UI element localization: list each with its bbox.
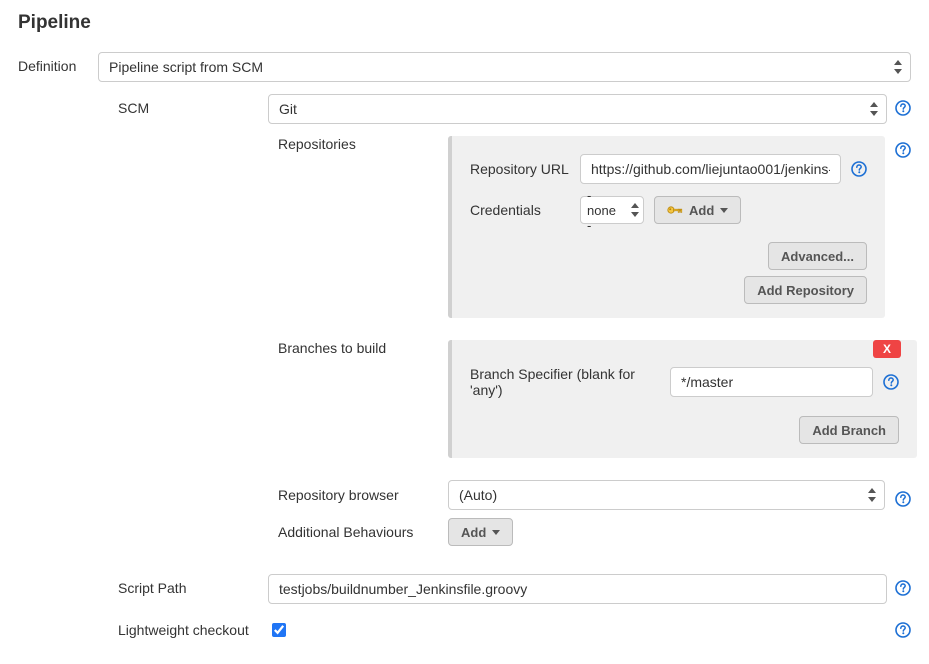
branch-specifier-label: Branch Specifier (blank for 'any') [470,366,660,398]
branch-specifier-row: Branch Specifier (blank for 'any') [470,366,899,398]
add-branch-button[interactable]: Add Branch [799,416,899,444]
additional-behaviours-add-button[interactable]: Add [448,518,513,546]
key-icon [667,203,683,217]
repo-url-row: Repository URL [470,154,867,184]
repo-browser-value: (Auto) [459,487,497,503]
repositories-panel: Repository URL Credentials - none - Add … [448,136,885,318]
branches-label: Branches to build [278,340,438,356]
chevron-updown-icon [630,203,639,217]
scm-label: SCM [118,94,268,116]
definition-row: Definition Pipeline script from SCM [18,52,911,82]
scm-select[interactable]: Git [268,94,887,124]
help-icon[interactable] [895,622,911,638]
chevron-updown-icon [867,488,876,502]
credentials-add-label: Add [689,203,714,218]
caret-down-icon [492,530,500,535]
repositories-block: Repositories Repository URL Credentials … [278,136,911,332]
repo-browser-row: Repository browser (Auto) [278,480,911,510]
caret-down-icon [720,208,728,213]
branch-panel: X Branch Specifier (blank for 'any') Add… [448,340,917,458]
script-path-row: Script Path [118,574,911,604]
branches-block: Branches to build X Branch Specifier (bl… [278,340,911,472]
additional-behaviours-add-label: Add [461,525,486,540]
repositories-label: Repositories [278,136,438,152]
delete-branch-button[interactable]: X [873,340,901,358]
additional-behaviours-label: Additional Behaviours [278,524,438,540]
scm-row: SCM Git [118,94,911,124]
repo-url-input[interactable] [580,154,841,184]
branch-specifier-input[interactable] [670,367,873,397]
repo-browser-label: Repository browser [278,487,438,503]
credentials-add-button[interactable]: Add [654,196,741,224]
help-icon[interactable] [883,374,899,390]
credentials-select[interactable]: - none - [580,196,644,224]
credentials-value: - none - [587,188,623,233]
definition-label: Definition [18,52,98,74]
add-repository-button[interactable]: Add Repository [744,276,867,304]
lightweight-checkout-label: Lightweight checkout [118,616,268,638]
script-path-label: Script Path [118,574,268,596]
chevron-updown-icon [869,102,878,116]
help-icon[interactable] [895,100,911,116]
lightweight-checkout-checkbox[interactable] [272,623,286,637]
credentials-row: Credentials - none - Add [470,196,867,224]
lightweight-checkout-row: Lightweight checkout [118,616,911,640]
repo-url-label: Repository URL [470,161,570,177]
credentials-label: Credentials [470,202,570,218]
repo-browser-select[interactable]: (Auto) [448,480,885,510]
script-path-input[interactable] [268,574,887,604]
additional-behaviours-row: Additional Behaviours Add [278,518,911,546]
definition-value: Pipeline script from SCM [109,59,263,75]
definition-select[interactable]: Pipeline script from SCM [98,52,911,82]
help-icon[interactable] [895,491,911,507]
advanced-button[interactable]: Advanced... [768,242,867,270]
page-title: Pipeline [18,12,911,34]
help-icon[interactable] [895,142,911,158]
scm-value: Git [279,101,297,117]
help-icon[interactable] [895,580,911,596]
help-icon[interactable] [851,161,867,177]
chevron-updown-icon [893,60,902,74]
